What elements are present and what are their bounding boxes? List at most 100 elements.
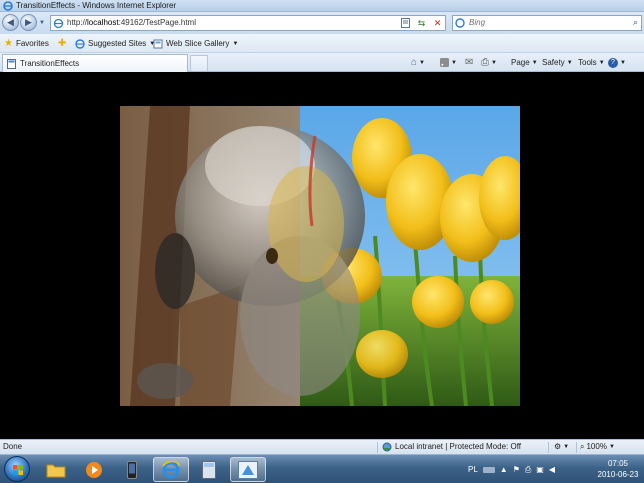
recent-pages-dropdown[interactable]: ▼: [38, 19, 46, 27]
chevron-down-icon: ▼: [419, 59, 425, 66]
protected-mode-button[interactable]: ⚙ ▼: [554, 440, 569, 454]
title-bar: TransitionEffects - Windows Internet Exp…: [0, 0, 644, 12]
forward-arrow-icon: ▶: [25, 17, 32, 27]
volume-icon[interactable]: ◀: [549, 465, 555, 474]
search-icon[interactable]: ⌕: [633, 17, 638, 28]
taskbar-media-player[interactable]: [76, 457, 112, 482]
zone-text: Local intranet | Protected Mode: Off: [395, 442, 521, 451]
print-button[interactable]: ⎙ ▼: [481, 53, 497, 72]
tools-menu-label: Tools: [578, 58, 597, 67]
new-tab-button[interactable]: [190, 55, 208, 71]
tab-label: TransitionEffects: [20, 59, 80, 68]
chevron-down-icon: ▼: [531, 59, 538, 66]
chevron-down-icon: ▼: [39, 20, 45, 26]
favorites-label: Favorites: [15, 39, 49, 48]
silverlight-app-icon: [238, 460, 258, 479]
folder-icon: [46, 464, 66, 477]
chevron-down-icon: ▼: [451, 59, 457, 66]
chevron-down-icon: ▼: [232, 40, 239, 47]
url-text[interactable]: http://localhost:49162/TestPage.html: [67, 16, 196, 30]
suggested-sites-icon: [75, 38, 85, 49]
search-input[interactable]: Bing: [469, 16, 485, 30]
taskbar-explorer[interactable]: [38, 457, 74, 482]
page-icon: [53, 18, 64, 29]
address-bar[interactable]: http://localhost:49162/TestPage.html ⇆ ✕: [50, 15, 446, 31]
page-tab-icon: [7, 58, 16, 69]
refresh-button[interactable]: ⇆: [415, 17, 428, 29]
taskbar-device[interactable]: [114, 457, 150, 482]
intranet-globe-icon: [382, 442, 392, 452]
system-tray: PL ▲ ⚑ ⎙ ▣ ◀: [468, 455, 555, 483]
web-slice-gallery-button[interactable]: Web Slice Gallery ▼: [153, 34, 238, 53]
security-zone[interactable]: Local intranet | Protected Mode: Off: [382, 440, 521, 454]
taskbar-clock[interactable]: 07:05 2010-06-23: [594, 458, 642, 480]
help-button[interactable]: ? ▼: [608, 53, 626, 72]
taskbar: PL ▲ ⚑ ⎙ ▣ ◀ 07:05 2010-06-23: [0, 454, 644, 483]
windows-logo-icon: [13, 465, 23, 475]
help-icon: ?: [608, 57, 618, 68]
keyboard-icon[interactable]: [482, 466, 495, 473]
action-center-flag-icon[interactable]: ⚑: [513, 465, 520, 474]
address-row: ◀ ▶ ▼ http://localhost:49162/TestPage.ht…: [0, 12, 644, 34]
status-separator: [548, 442, 549, 453]
forward-button[interactable]: ▶: [20, 14, 37, 31]
feeds-button[interactable]: ▼: [440, 53, 457, 72]
add-favorite-icon: ✚: [58, 38, 67, 49]
rss-feed-icon: [440, 58, 449, 67]
gear-icon: ⚙: [554, 442, 562, 451]
web-slice-gallery-label: Web Slice Gallery: [166, 39, 230, 48]
show-hidden-icons-icon[interactable]: ▲: [500, 465, 508, 474]
safety-menu[interactable]: Safety ▼: [542, 53, 573, 72]
read-mail-button[interactable]: ✉: [465, 53, 473, 72]
zoom-control[interactable]: ⌕ 100% ▼: [580, 440, 615, 454]
close-icon: ✕: [433, 17, 442, 28]
page-menu[interactable]: Page ▼: [511, 53, 538, 72]
chevron-down-icon: ▼: [620, 59, 626, 66]
taskbar-transitioneffects[interactable]: [230, 457, 266, 482]
window-title: TransitionEffects - Windows Internet Exp…: [16, 1, 177, 10]
chevron-down-icon: ▼: [563, 444, 570, 450]
chevron-down-icon: ▼: [608, 444, 615, 450]
compatibility-page-icon: [401, 18, 410, 28]
suggested-sites-button[interactable]: Suggested Sites ▼: [75, 34, 155, 53]
compatibility-view-button[interactable]: [399, 17, 412, 29]
tools-menu[interactable]: Tools ▼: [578, 53, 605, 72]
zoom-level: 100%: [586, 442, 607, 451]
language-indicator[interactable]: PL: [468, 465, 478, 474]
printer-tray-icon[interactable]: ⎙: [525, 465, 531, 475]
clock-date: 2010-06-23: [597, 470, 639, 479]
safety-menu-label: Safety: [542, 58, 565, 67]
start-button[interactable]: [4, 456, 30, 482]
network-icon[interactable]: ▣: [536, 465, 544, 474]
phone-icon: [127, 460, 137, 479]
mail-icon: ✉: [465, 57, 474, 68]
favorites-bar: ★ Favorites ✚ Suggested Sites ▼ Web Slic…: [0, 34, 644, 53]
page-menu-label: Page: [511, 58, 530, 67]
chevron-down-icon: ▼: [491, 59, 497, 66]
tab-row: TransitionEffects ⌂ ▼ ▼ ✉ ⎙ ▼ Page ▼ Saf…: [0, 53, 644, 72]
favorites-star-icon: ★: [4, 38, 13, 49]
url-host: localhost: [87, 18, 119, 27]
tab-transitioneffects[interactable]: TransitionEffects: [2, 54, 188, 72]
ie-icon: [162, 460, 180, 478]
home-icon: ⌂: [411, 57, 418, 68]
back-button[interactable]: ◀: [2, 14, 19, 31]
suggested-sites-label: Suggested Sites: [88, 39, 147, 48]
refresh-icon: ⇆: [417, 17, 426, 28]
taskbar-calculator[interactable]: [191, 457, 227, 482]
page-content: [0, 73, 644, 439]
ie-icon: [3, 1, 13, 11]
printer-icon: ⎙: [481, 57, 489, 68]
taskbar-internet-explorer[interactable]: [153, 457, 189, 482]
transition-effect-image: [120, 106, 520, 406]
transition-picture: [120, 106, 520, 406]
stop-button[interactable]: ✕: [431, 17, 444, 29]
home-button[interactable]: ⌂ ▼: [411, 53, 425, 72]
search-box[interactable]: Bing ⌕: [452, 15, 642, 31]
media-player-icon: [86, 461, 102, 478]
add-to-favorites-button[interactable]: ✚: [58, 34, 66, 53]
favorites-button[interactable]: ★ Favorites: [4, 34, 49, 53]
clock-time: 07:05: [607, 459, 629, 468]
status-separator: [576, 442, 577, 453]
bing-icon: [455, 18, 465, 28]
